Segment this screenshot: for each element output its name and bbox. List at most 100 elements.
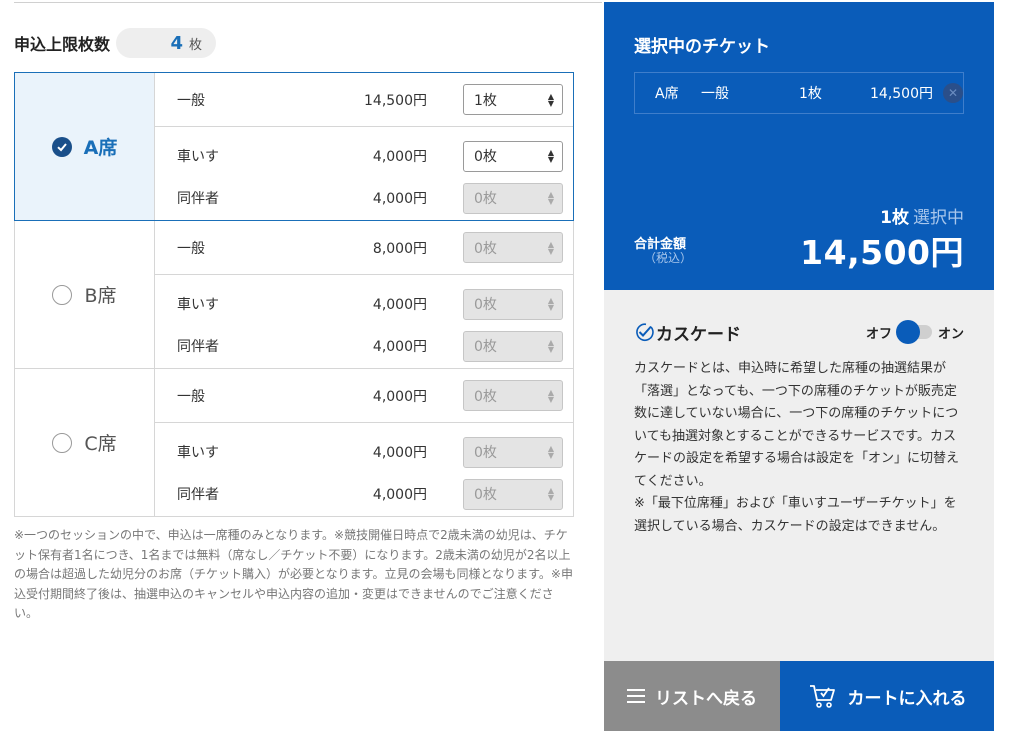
select-arrows-icon: ▲ ▼ (547, 91, 554, 108)
cascade-description-note: ※「最下位席種」および「車いすユーザーチケット」を選択している場合、カスケードの… (634, 496, 957, 534)
radio-checked-icon[interactable] (51, 136, 72, 157)
ticket-type: 同伴者 (177, 191, 219, 207)
seat-name: A席 (83, 137, 118, 159)
radio-unchecked-icon[interactable] (52, 284, 73, 305)
menu-icon (627, 689, 645, 703)
quantity-select[interactable]: 0枚 ▲ ▼ (463, 140, 563, 172)
quantity-select[interactable]: 0枚 ▲ ▼ (463, 288, 563, 320)
selected-count-value: 1枚 (880, 208, 909, 228)
ticket-type: 一般 (177, 240, 205, 257)
select-arrows-icon: ▲ ▼ (547, 387, 554, 404)
select-arrows-icon: ▲ ▼ (547, 338, 554, 354)
purchase-limit-label: 申込上限枚数 (14, 35, 111, 54)
selected-tickets-panel: 選択中のチケット A席 一般 1枚 14,500円 ✕ 1枚 選択中 合計金額 （… (604, 2, 994, 290)
ticket-price: 8,000円 (372, 240, 427, 257)
selected-ticket-qty: 1枚 (799, 86, 822, 102)
toggle-on-label: オン (937, 326, 964, 342)
quantity-value: 0枚 (474, 339, 497, 355)
select-arrows-icon: ▲ ▼ (547, 190, 554, 206)
quantity-select[interactable]: 0枚 ▲ ▼ (463, 478, 563, 510)
quantity-value: 0枚 (474, 297, 497, 313)
back-to-list-button[interactable]: リストへ戻る (604, 661, 780, 731)
toggle-knob[interactable] (895, 320, 920, 344)
cascade-description-text: カスケードとは、申込時に希望した席種の抽選結果が「落選」となっても、一つ下の席種… (634, 361, 960, 489)
quantity-select[interactable]: 0枚 ▲ ▼ (463, 232, 563, 263)
total-amount: 14,500円 (800, 233, 964, 272)
ticket-type: 同伴者 (177, 487, 219, 503)
ticket-type: 一般 (177, 388, 205, 405)
cascade-toggle[interactable] (895, 320, 932, 344)
total-tax-note: （税込） (644, 251, 693, 265)
selected-ticket-price: 14,500円 (870, 86, 933, 102)
purchase-limit-unit: 枚 (189, 37, 203, 53)
back-to-list-label: リストへ戻る (655, 688, 757, 708)
select-arrows-icon: ▲ ▼ (547, 239, 554, 256)
selected-ticket-item: A席 一般 1枚 14,500円 ✕ (634, 72, 964, 114)
quantity-value: 0枚 (474, 149, 497, 165)
ticket-price: 4,000円 (372, 487, 427, 503)
quantity-value: 1枚 (474, 92, 497, 109)
ticket-type: 車いす (177, 297, 219, 313)
cart-icon (809, 685, 835, 708)
seat-option-b[interactable]: B席 (15, 221, 155, 368)
seat-option-c[interactable]: C席 (15, 369, 155, 516)
check-circle-icon (636, 323, 654, 342)
selected-ticket-type: 一般 (701, 86, 729, 102)
seat-name: C席 (84, 433, 117, 455)
seat-group-b: B席 一般 8,000円 0枚 ▲ ▼ 車いす 4,000円 0枚 ▲ ▼ 同伴者 (14, 221, 574, 369)
cascade-description: カスケードとは、申込時に希望した席種の抽選結果が「落選」となっても、一つ下の席種… (634, 358, 964, 538)
add-to-cart-label: カートに入れる (847, 688, 967, 708)
ticket-price: 4,000円 (372, 445, 427, 461)
toggle-off-label: オフ (865, 326, 892, 342)
ticket-type: 同伴者 (177, 339, 219, 355)
ticket-row: 同伴者 4,000円 0枚 ▲ ▼ (155, 473, 573, 515)
selected-count-label: 選択中 (913, 208, 964, 228)
ticket-row: 同伴者 4,000円 0枚 ▲ ▼ (155, 177, 573, 219)
quantity-value: 0枚 (474, 191, 497, 207)
cascade-header: カスケード オフ オン (634, 320, 964, 345)
ticket-price: 14,500円 (364, 92, 427, 109)
quantity-select[interactable]: 1枚 ▲ ▼ (463, 84, 563, 115)
right-panel: 選択中のチケット A席 一般 1枚 14,500円 ✕ 1枚 選択中 合計金額 （… (604, 2, 994, 731)
quantity-value: 0枚 (474, 445, 497, 461)
ticket-row: 一般 8,000円 0枚 ▲ ▼ (155, 221, 573, 275)
quantity-select[interactable]: 0枚 ▲ ▼ (463, 436, 563, 468)
select-arrows-icon: ▲ ▼ (547, 296, 554, 312)
purchase-limit-badge: 4 枚 (116, 28, 217, 58)
top-divider (14, 2, 602, 3)
selected-tickets-title: 選択中のチケット (634, 37, 770, 57)
ticket-type: 車いす (177, 445, 219, 461)
ticket-price: 4,000円 (372, 149, 427, 165)
ticket-row: 車いす 4,000円 0枚 ▲ ▼ (155, 431, 573, 473)
selected-ticket-seat: A席 (655, 86, 679, 102)
close-icon[interactable]: ✕ (943, 83, 963, 103)
seat-name: B席 (84, 285, 117, 307)
quantity-select[interactable]: 0枚 ▲ ▼ (463, 182, 563, 214)
ticket-type: 一般 (177, 92, 205, 109)
notice-text: ※一つのセッションの中で、申込は一席種のみとなります。※競技開催日時点で2歳未満… (14, 528, 573, 620)
ticket-row: 車いす 4,000円 0枚 ▲ ▼ (155, 283, 573, 325)
quantity-value: 0枚 (474, 487, 497, 503)
quantity-select[interactable]: 0枚 ▲ ▼ (463, 330, 563, 362)
seat-group-a: A席 一般 14,500円 1枚 ▲ ▼ 車いす 4,000円 0枚 ▲ ▼ 同伴 (14, 72, 574, 221)
cascade-title: カスケード (656, 324, 741, 345)
ticket-row: 同伴者 4,000円 0枚 ▲ ▼ (155, 325, 573, 367)
select-arrows-icon: ▲ ▼ (547, 444, 554, 460)
radio-unchecked-icon[interactable] (52, 432, 73, 453)
ticket-row: 一般 14,500円 1枚 ▲ ▼ (155, 73, 573, 127)
seat-group-c: C席 一般 4,000円 0枚 ▲ ▼ 車いす 4,000円 0枚 ▲ ▼ 同伴者 (14, 369, 574, 517)
quantity-value: 0枚 (474, 240, 497, 257)
ticket-row: 車いす 4,000円 0枚 ▲ ▼ (155, 135, 573, 177)
quantity-select[interactable]: 0枚 ▲ ▼ (463, 380, 563, 411)
purchase-limit: 申込上限枚数 4 枚 (14, 28, 217, 58)
seat-option-a[interactable]: A席 (15, 73, 155, 220)
ticket-price: 4,000円 (372, 388, 427, 405)
ticket-type: 車いす (177, 149, 219, 165)
seat-table: A席 一般 14,500円 1枚 ▲ ▼ 車いす 4,000円 0枚 ▲ ▼ 同伴 (14, 72, 574, 517)
ticket-price: 4,000円 (372, 339, 427, 355)
ticket-price: 4,000円 (372, 297, 427, 313)
add-to-cart-button[interactable]: カートに入れる (780, 661, 994, 731)
selected-count: 1枚 選択中 (880, 203, 964, 228)
quantity-value: 0枚 (474, 388, 497, 405)
ticket-row: 一般 4,000円 0枚 ▲ ▼ (155, 369, 573, 423)
